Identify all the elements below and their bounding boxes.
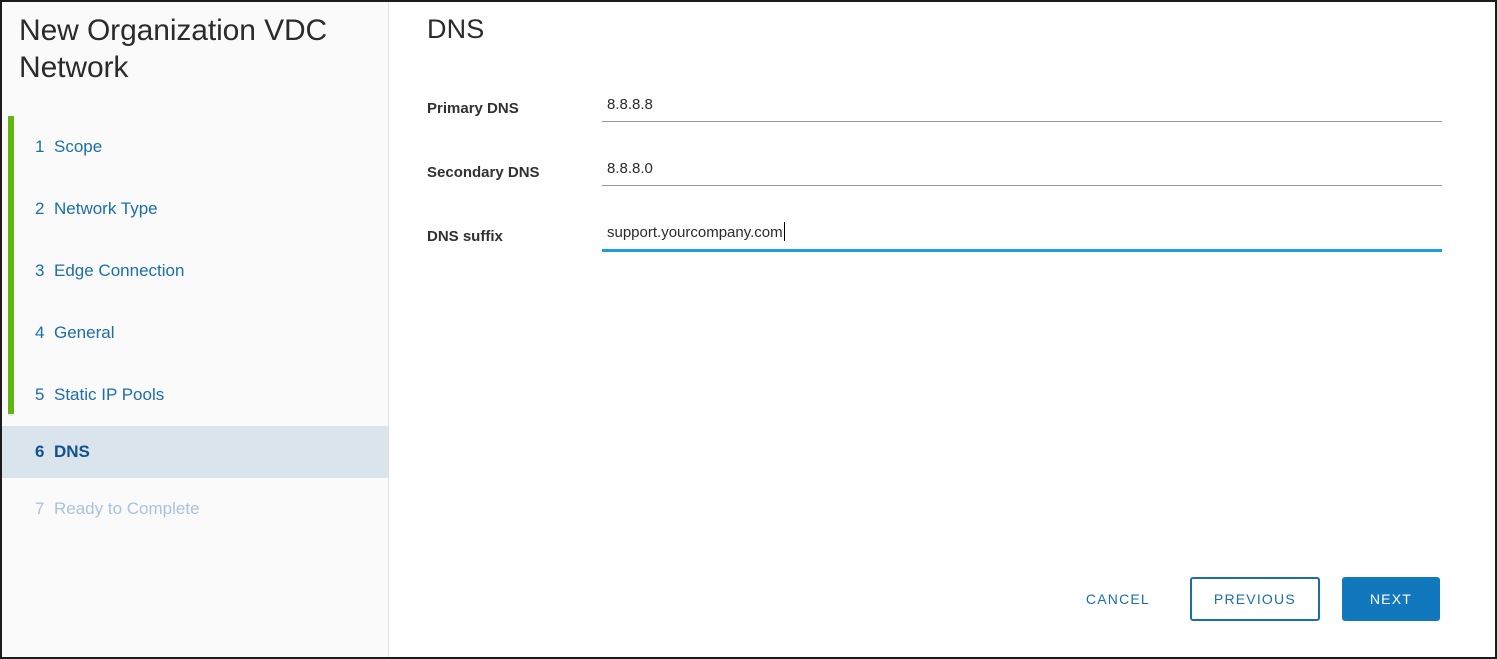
wizard-sidebar: New Organization VDC Network 1 Scope 2 N… bbox=[2, 2, 389, 657]
cancel-button[interactable]: CANCEL bbox=[1068, 581, 1168, 617]
step-label: DNS bbox=[54, 442, 90, 461]
secondary-dns-underline bbox=[602, 185, 1442, 186]
sidebar-step-scope[interactable]: 1 Scope bbox=[2, 116, 388, 178]
wizard-window: New Organization VDC Network 1 Scope 2 N… bbox=[0, 0, 1497, 659]
step-label: Edge Connection bbox=[54, 261, 185, 280]
secondary-dns-field bbox=[602, 151, 1442, 186]
sidebar-step-network-type[interactable]: 2 Network Type bbox=[2, 178, 388, 240]
wizard-title: New Organization VDC Network bbox=[19, 14, 328, 84]
step-number: 1 bbox=[35, 137, 45, 156]
step-label: Network Type bbox=[54, 199, 158, 218]
next-button[interactable]: NEXT bbox=[1341, 577, 1440, 621]
primary-dns-input[interactable] bbox=[602, 87, 1442, 121]
step-number: 5 bbox=[35, 385, 45, 404]
dns-suffix-underline bbox=[602, 249, 1442, 252]
form-row-dns-suffix: DNS suffix bbox=[427, 215, 1442, 279]
step-label: Scope bbox=[54, 137, 103, 156]
step-number: 6 bbox=[35, 442, 45, 461]
wizard-content-panel: DNS Primary DNS Secondary DNS DNS suffix bbox=[389, 2, 1495, 657]
sidebar-step-edge-connection[interactable]: 3 Edge Connection bbox=[2, 240, 388, 302]
sidebar-step-static-ip-pools[interactable]: 5 Static IP Pools bbox=[2, 364, 388, 426]
form-row-primary-dns: Primary DNS bbox=[427, 87, 1442, 151]
secondary-dns-label: Secondary DNS bbox=[427, 164, 540, 181]
primary-dns-field bbox=[602, 87, 1442, 122]
step-label: Static IP Pools bbox=[54, 385, 165, 404]
step-label: Ready to Complete bbox=[54, 499, 200, 518]
primary-dns-label: Primary DNS bbox=[427, 100, 519, 117]
sidebar-step-dns[interactable]: 6 DNS bbox=[2, 426, 389, 478]
step-number: 7 bbox=[35, 499, 45, 518]
dns-suffix-field bbox=[602, 215, 1442, 252]
step-number: 4 bbox=[35, 323, 45, 342]
step-label: General bbox=[54, 323, 115, 342]
text-cursor bbox=[783, 222, 785, 241]
primary-dns-underline bbox=[602, 121, 1442, 122]
secondary-dns-input[interactable] bbox=[602, 151, 1442, 185]
wizard-footer-actions: CANCEL PREVIOUS NEXT bbox=[1068, 577, 1440, 621]
step-number: 3 bbox=[35, 261, 45, 280]
form-row-secondary-dns: Secondary DNS bbox=[427, 151, 1442, 215]
sidebar-step-ready-to-complete: 7 Ready to Complete bbox=[2, 478, 388, 540]
wizard-step-list: 1 Scope 2 Network Type 3 Edge Connection… bbox=[2, 116, 389, 540]
dns-suffix-label: DNS suffix bbox=[427, 228, 503, 245]
step-number: 2 bbox=[35, 199, 45, 218]
page-title: DNS bbox=[427, 14, 485, 44]
previous-button[interactable]: PREVIOUS bbox=[1189, 577, 1320, 621]
dns-suffix-input[interactable] bbox=[602, 215, 1442, 249]
sidebar-step-general[interactable]: 4 General bbox=[2, 302, 388, 364]
